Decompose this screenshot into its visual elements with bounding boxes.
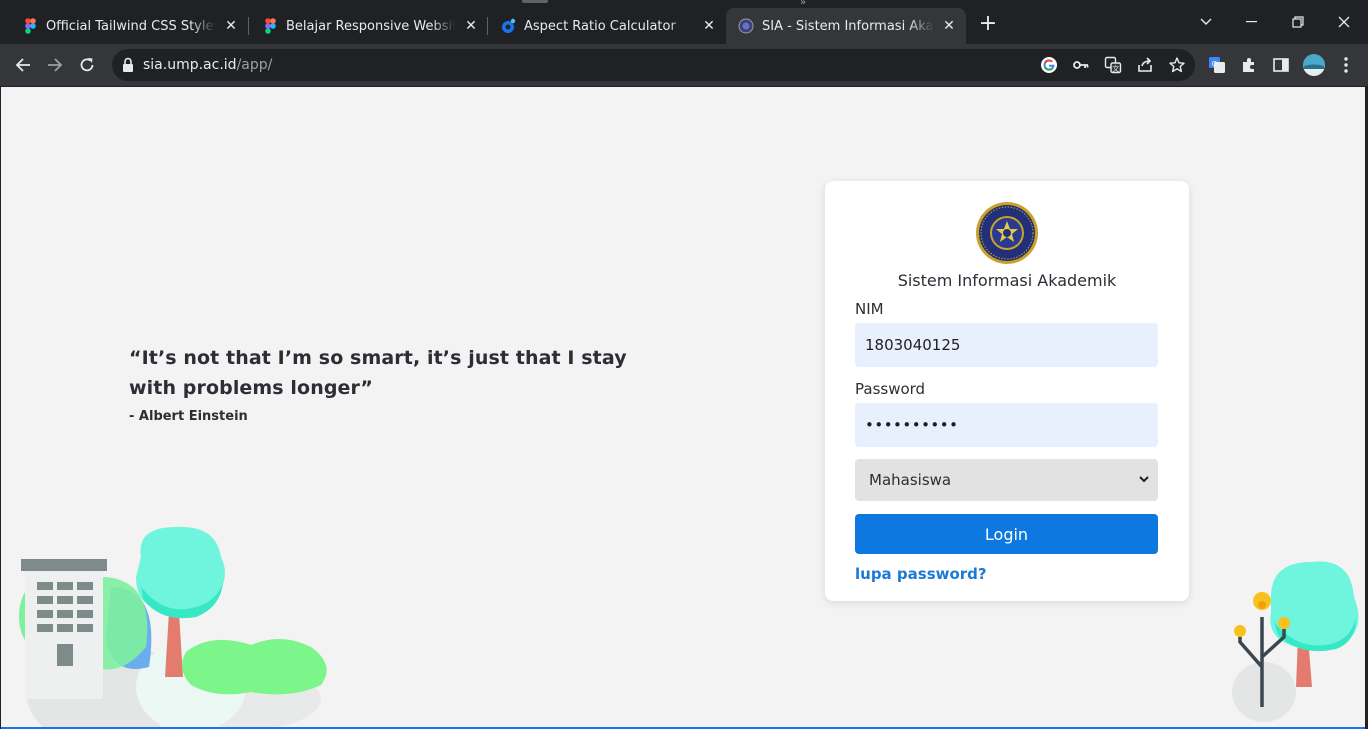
university-seal-logo: [976, 202, 1038, 264]
forward-arrow-icon[interactable]: [41, 51, 69, 79]
figma-icon: [22, 18, 38, 34]
nim-field[interactable]: 1803040125: [855, 323, 1158, 367]
translate-icon[interactable]: 文: [1102, 54, 1124, 76]
tab-strip-indicator: [522, 0, 548, 3]
back-arrow-icon[interactable]: [9, 51, 37, 79]
tab-strip-scroll-hint: »: [270, 0, 815, 8]
close-icon[interactable]: ✕: [700, 17, 718, 35]
login-button[interactable]: Login: [855, 514, 1158, 554]
url-path: /app/: [236, 57, 273, 73]
university-seal-icon: [738, 18, 754, 34]
svg-text:G: G: [1212, 60, 1217, 68]
tab-strip-overflow-icon: »: [800, 0, 807, 8]
forgot-password-link[interactable]: lupa password?: [855, 565, 987, 583]
tab-tailwind[interactable]: Official Tailwind CSS Styles (Com ✕: [0, 8, 248, 44]
new-tab-button[interactable]: +: [976, 13, 1000, 37]
tab-strip: » Official Tailwind CSS Styles (Com ✕ Be…: [0, 0, 1368, 44]
profile-avatar[interactable]: [1301, 52, 1327, 78]
google-translate-extension-icon[interactable]: G: [1205, 53, 1229, 77]
quote-author: - Albert Einstein: [129, 409, 248, 424]
login-page: “It’s not that I’m so smart, it’s just t…: [1, 87, 1365, 729]
tab-title: Belajar Responsive Website Next: [286, 18, 456, 34]
url-host: sia.ump.ac.id: [143, 57, 237, 73]
calculator-icon: [500, 18, 516, 34]
reload-icon[interactable]: [73, 51, 101, 79]
svg-text:文: 文: [1112, 64, 1119, 73]
tab-title: Aspect Ratio Calculator: [524, 18, 676, 34]
lock-icon[interactable]: [122, 57, 136, 73]
figma-icon: [262, 18, 278, 34]
page-viewport: “It’s not that I’m so smart, it’s just t…: [0, 86, 1368, 729]
close-window-icon[interactable]: [1332, 10, 1356, 34]
building-trees-illustration: [19, 526, 327, 727]
tab-sia-active[interactable]: SIA - Sistem Informasi Akademik ✕: [726, 8, 966, 44]
tab-aspect-ratio[interactable]: Aspect Ratio Calculator ✕: [478, 8, 726, 44]
url-text: sia.ump.ac.id/app/: [143, 49, 272, 81]
browser-menu-icon[interactable]: [1334, 53, 1358, 77]
role-selected-value: Mahasiswa: [869, 471, 952, 489]
minimize-icon[interactable]: [1240, 10, 1264, 34]
close-icon[interactable]: ✕: [940, 17, 958, 35]
login-card: Sistem Informasi Akademik NIM 1803040125…: [825, 181, 1189, 601]
login-title: Sistem Informasi Akademik: [897, 271, 1117, 290]
quote-text: “It’s not that I’m so smart, it’s just t…: [129, 347, 627, 399]
bookmark-star-icon[interactable]: [1166, 54, 1188, 76]
tab-search-icon[interactable]: [1194, 10, 1218, 34]
lamp-tree-illustration: [1232, 561, 1359, 722]
restore-icon[interactable]: [1286, 10, 1310, 34]
address-bar[interactable]: sia.ump.ac.id/app/ 文: [112, 49, 1195, 81]
key-icon[interactable]: [1070, 54, 1092, 76]
password-field[interactable]: ••••••••••: [855, 403, 1158, 447]
side-panel-icon[interactable]: [1269, 53, 1293, 77]
share-icon[interactable]: [1134, 54, 1156, 76]
role-select[interactable]: Mahasiswa: [855, 459, 1158, 501]
chevron-down-icon: [1139, 476, 1149, 483]
google-icon[interactable]: [1038, 54, 1060, 76]
extensions-puzzle-icon[interactable]: [1237, 53, 1261, 77]
tab-belajar[interactable]: Belajar Responsive Website Next ✕: [240, 8, 488, 44]
tab-title: Official Tailwind CSS Styles (Com: [46, 18, 216, 34]
password-label: Password: [855, 380, 926, 398]
close-icon[interactable]: ✕: [222, 17, 240, 35]
nim-label: NIM: [855, 300, 884, 318]
browser-toolbar: sia.ump.ac.id/app/ 文 G: [0, 44, 1368, 86]
tab-title: SIA - Sistem Informasi Akademik: [762, 18, 934, 34]
